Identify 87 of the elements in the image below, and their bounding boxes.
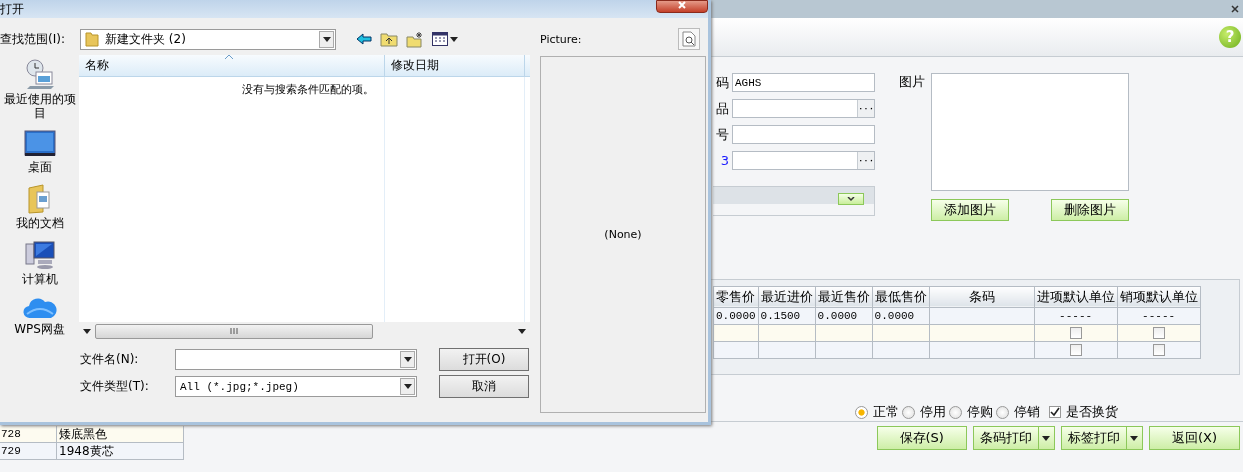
text-field[interactable]: ··· <box>732 151 875 170</box>
table-cell-text: 矮底黑色 <box>58 426 108 442</box>
dialog-title: 打开 <box>0 0 24 18</box>
cancel-button[interactable]: 取消 <box>439 375 529 398</box>
file-name-field[interactable] <box>175 349 417 370</box>
text-field[interactable] <box>732 125 875 144</box>
field-label: 码 <box>715 73 729 92</box>
table-cell: 729 <box>0 443 57 459</box>
preview-label: Picture: <box>540 32 582 46</box>
caret-icon <box>322 36 331 42</box>
checkbox[interactable] <box>1069 326 1082 339</box>
checkbox[interactable] <box>1049 406 1061 418</box>
close-button[interactable] <box>656 0 708 13</box>
empty-message: 没有与搜索条件匹配的项。 <box>242 82 374 98</box>
action-button[interactable]: 条码打印 <box>972 426 1055 450</box>
radio-button[interactable] <box>855 405 868 419</box>
field-link[interactable]: 3 <box>713 153 729 168</box>
monitor-icon <box>23 130 56 158</box>
radio-button[interactable] <box>949 405 962 419</box>
caret-icon <box>1130 435 1139 441</box>
file-type-label: 文件类型(T): <box>80 378 150 395</box>
column-header: 零售价 <box>713 286 759 308</box>
checkbox-label: 是否换货 <box>1066 403 1118 421</box>
preview-text: (None) <box>604 228 642 241</box>
folder-icon <box>85 31 99 47</box>
look-in-dropdown[interactable]: 新建文件夹 (2) <box>80 28 336 50</box>
arrow-left-icon[interactable] <box>356 33 372 45</box>
table-cell-text: 1948黄芯 <box>58 443 115 459</box>
radio-label: 停用 <box>920 403 946 421</box>
place-item[interactable]: 最近使用的项目 <box>0 58 79 120</box>
checkbox[interactable] <box>1152 326 1165 339</box>
radio-button[interactable] <box>996 405 1009 419</box>
column-header: 最低售价 <box>872 286 930 308</box>
place-item[interactable]: 桌面 <box>0 130 79 174</box>
look-in-label: 查找范围(I): <box>0 30 66 48</box>
computer-icon <box>23 240 56 270</box>
close-icon[interactable] <box>1231 5 1239 13</box>
column-header: 销项默认单位 <box>1117 286 1201 308</box>
column-header: 进项默认单位 <box>1034 286 1118 308</box>
caret-icon <box>403 384 412 389</box>
documents-folder-icon <box>26 184 53 214</box>
recent-items-icon <box>23 58 56 90</box>
open-button[interactable]: 打开(O) <box>439 348 529 371</box>
column-header[interactable]: 修改日期 <box>385 55 525 76</box>
browse-button[interactable]: ··· <box>857 100 874 117</box>
new-folder-icon[interactable] <box>406 30 424 48</box>
picture-button[interactable]: 添加图片 <box>931 199 1009 221</box>
action-button[interactable]: 保存(S) <box>876 426 967 450</box>
grip-icon <box>230 328 238 334</box>
expand-button[interactable] <box>838 193 864 205</box>
file-type-dropdown[interactable]: All (*.jpg;*.jpeg) <box>175 376 417 397</box>
place-item[interactable]: 我的文档 <box>0 184 79 230</box>
picture-label: 图片 <box>899 73 925 91</box>
text-field[interactable]: AGHS <box>732 73 875 92</box>
folder-up-icon[interactable] <box>380 31 398 47</box>
caret-icon <box>450 36 458 42</box>
scroll-right-icon <box>518 328 526 334</box>
view-menu-icon[interactable] <box>432 32 458 46</box>
picture-button[interactable]: 删除图片 <box>1051 199 1129 221</box>
field-label: 品 <box>715 99 729 118</box>
place-item[interactable]: 计算机 <box>0 240 79 286</box>
caret-icon <box>1042 435 1051 441</box>
radio-button[interactable] <box>902 405 915 419</box>
field-label: 号 <box>715 125 729 144</box>
table-cell: 728 <box>0 426 57 442</box>
close-icon <box>678 1 686 9</box>
scroll-left-icon <box>83 328 91 334</box>
chevron-down-icon <box>847 196 855 202</box>
column-header: 最近售价 <box>815 286 873 308</box>
text-field[interactable]: ··· <box>732 99 875 118</box>
cloud-icon <box>22 296 57 320</box>
caret-icon <box>403 357 412 362</box>
column-header[interactable]: 名称 <box>79 55 385 76</box>
radio-label: 停销 <box>1014 403 1040 421</box>
column-header: 条码 <box>929 286 1035 308</box>
checkbox[interactable] <box>1152 343 1165 356</box>
action-button[interactable]: 标签打印 <box>1060 426 1143 450</box>
browse-button[interactable]: ··· <box>857 152 874 169</box>
radio-label: 正常 <box>873 403 899 421</box>
action-button[interactable]: 返回(X) <box>1148 426 1240 450</box>
radio-label: 停购 <box>967 403 993 421</box>
file-name-label: 文件名(N): <box>80 351 140 368</box>
column-header: 最近进价 <box>758 286 816 308</box>
preview-button[interactable] <box>678 28 700 50</box>
checkbox[interactable] <box>1069 343 1082 356</box>
place-item[interactable]: WPS网盘 <box>0 296 79 336</box>
preview-icon <box>681 31 697 47</box>
